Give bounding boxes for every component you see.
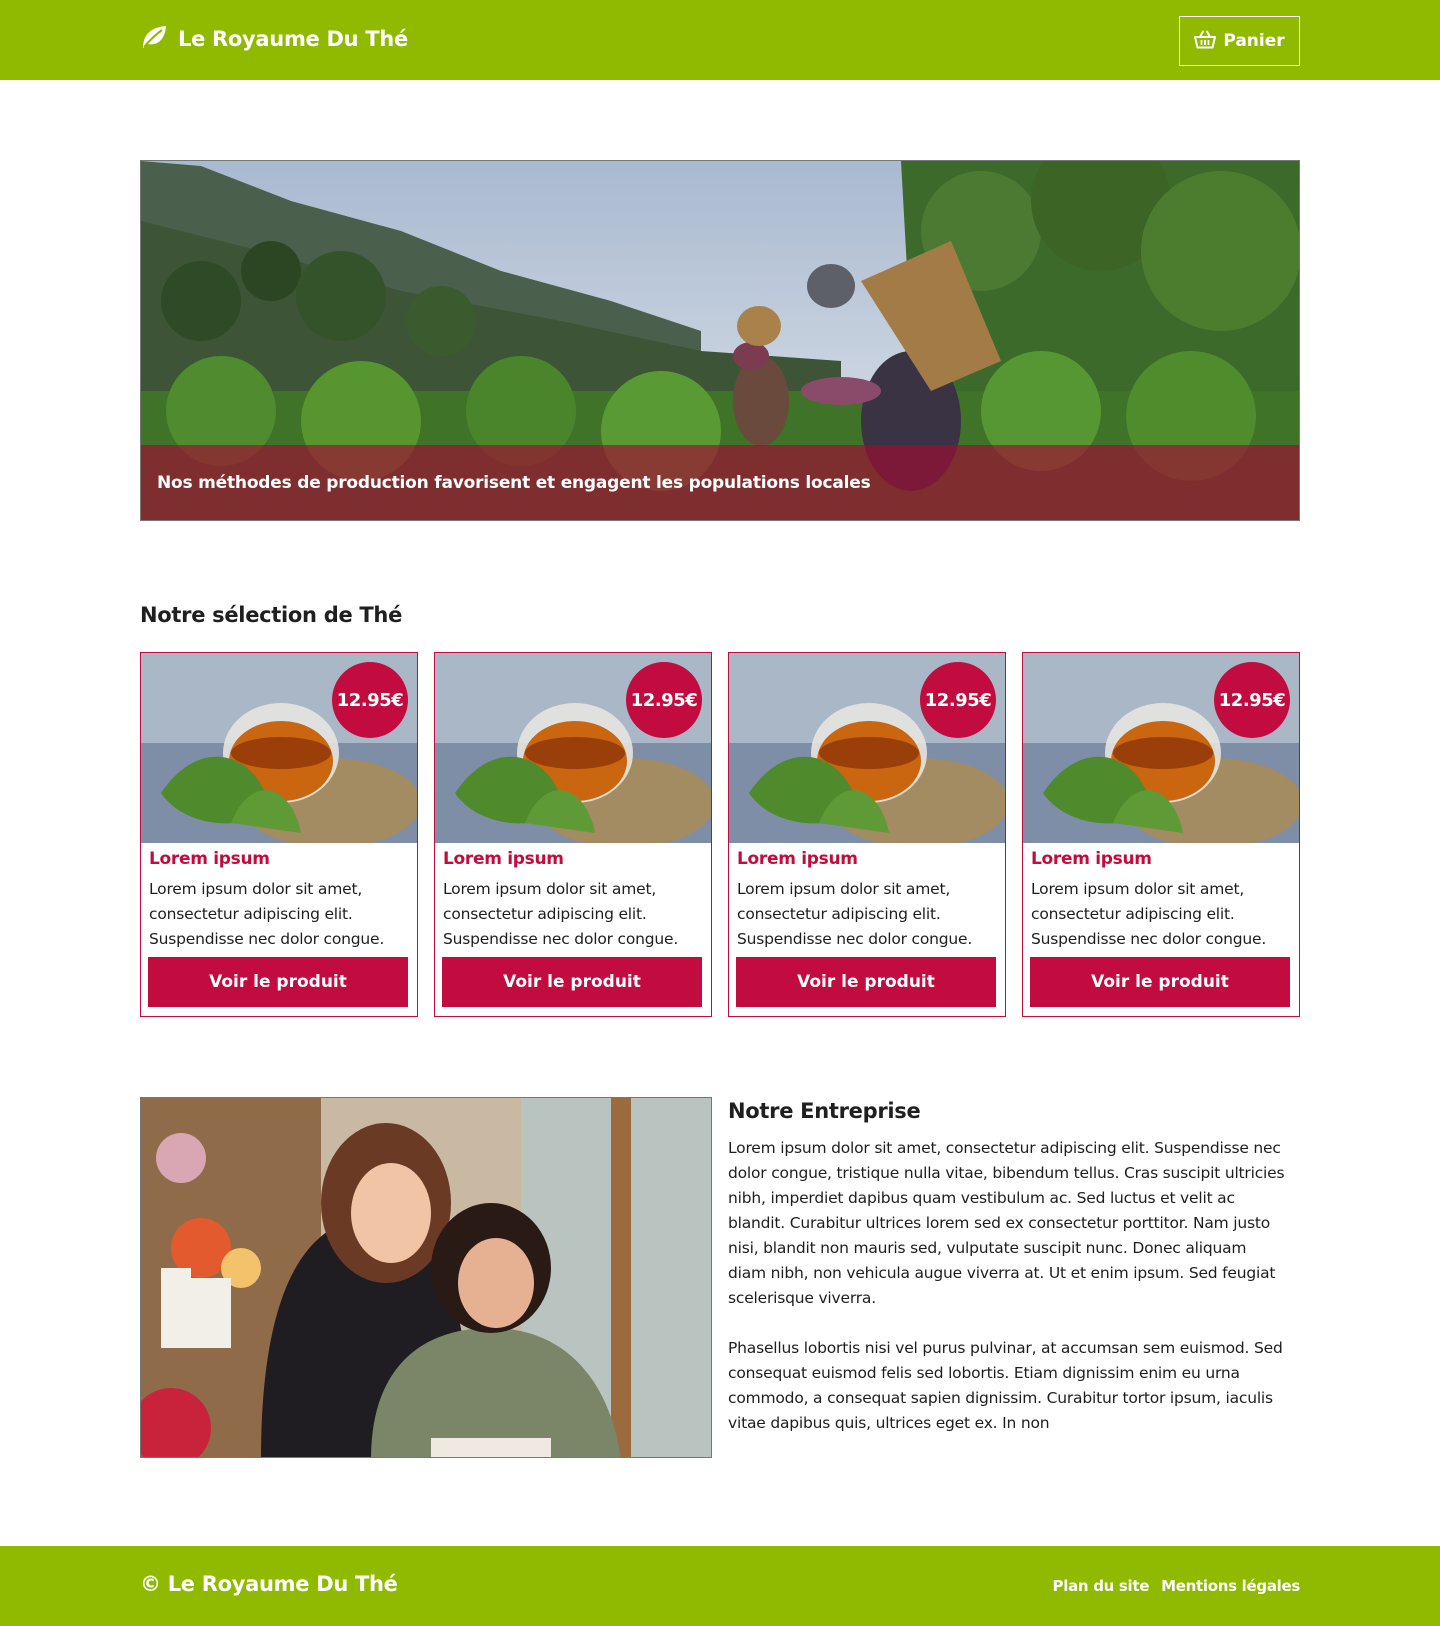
hero-banner: Nos méthodes de production favorisent et…: [140, 160, 1300, 521]
product-list: 12.95€ Lorem ipsum Lorem ipsum dolor sit…: [140, 652, 1300, 1017]
site-header: Le Royaume Du Thé Panier: [0, 0, 1440, 80]
product-card: 12.95€ Lorem ipsum Lorem ipsum dolor sit…: [140, 652, 418, 1017]
product-image: 12.95€: [729, 653, 1005, 843]
product-image: 12.95€: [141, 653, 417, 843]
company-image: [140, 1097, 712, 1458]
site-footer: © Le Royaume Du Thé Plan du site Mention…: [0, 1546, 1440, 1626]
company-title: Notre Entreprise: [728, 1099, 921, 1123]
footer-link-legal[interactable]: Mentions légales: [1161, 1577, 1300, 1595]
product-name: Lorem ipsum: [1031, 849, 1152, 869]
price-badge: 12.95€: [626, 662, 702, 738]
product-description: Lorem ipsum dolor sit amet, consectetur …: [443, 880, 679, 948]
basket-icon: [1194, 30, 1217, 53]
view-product-button[interactable]: Voir le produit: [442, 957, 702, 1007]
selection-title: Notre sélection de Thé: [140, 603, 403, 627]
view-product-button[interactable]: Voir le produit: [736, 957, 996, 1007]
product-card: 12.95€ Lorem ipsum Lorem ipsum dolor sit…: [728, 652, 1006, 1017]
hero-caption: Nos méthodes de production favorisent et…: [157, 473, 871, 493]
product-description: Lorem ipsum dolor sit amet, consectetur …: [149, 880, 385, 948]
product-image: 12.95€: [435, 653, 711, 843]
view-product-button[interactable]: Voir le produit: [148, 957, 408, 1007]
company-text: Lorem ipsum dolor sit amet, consectetur …: [728, 1136, 1288, 1436]
footer-brand: © Le Royaume Du Thé: [140, 1572, 398, 1596]
company-paragraph: Lorem ipsum dolor sit amet, consectetur …: [728, 1139, 1285, 1307]
cart-label: Panier: [1223, 31, 1285, 51]
product-card: 12.95€ Lorem ipsum Lorem ipsum dolor sit…: [434, 652, 712, 1017]
footer-nav: Plan du site Mentions légales: [1053, 1577, 1301, 1595]
footer-link-sitemap[interactable]: Plan du site: [1053, 1577, 1150, 1595]
product-card: 12.95€ Lorem ipsum Lorem ipsum dolor sit…: [1022, 652, 1300, 1017]
product-image: 12.95€: [1023, 653, 1299, 843]
leaf-icon: [140, 24, 168, 54]
cart-button[interactable]: Panier: [1179, 16, 1300, 66]
product-name: Lorem ipsum: [443, 849, 564, 869]
price-badge: 12.95€: [332, 662, 408, 738]
product-name: Lorem ipsum: [149, 849, 270, 869]
price-badge: 12.95€: [920, 662, 996, 738]
product-name: Lorem ipsum: [737, 849, 858, 869]
brand-name: Le Royaume Du Thé: [178, 27, 408, 51]
view-product-button[interactable]: Voir le produit: [1030, 957, 1290, 1007]
company-paragraph: Phasellus lobortis nisi vel purus pulvin…: [728, 1339, 1283, 1432]
brand-logo[interactable]: Le Royaume Du Thé: [140, 24, 408, 54]
price-badge: 12.95€: [1214, 662, 1290, 738]
product-description: Lorem ipsum dolor sit amet, consectetur …: [737, 880, 973, 948]
hero-caption-bar: Nos méthodes de production favorisent et…: [141, 445, 1299, 520]
product-description: Lorem ipsum dolor sit amet, consectetur …: [1031, 880, 1267, 948]
